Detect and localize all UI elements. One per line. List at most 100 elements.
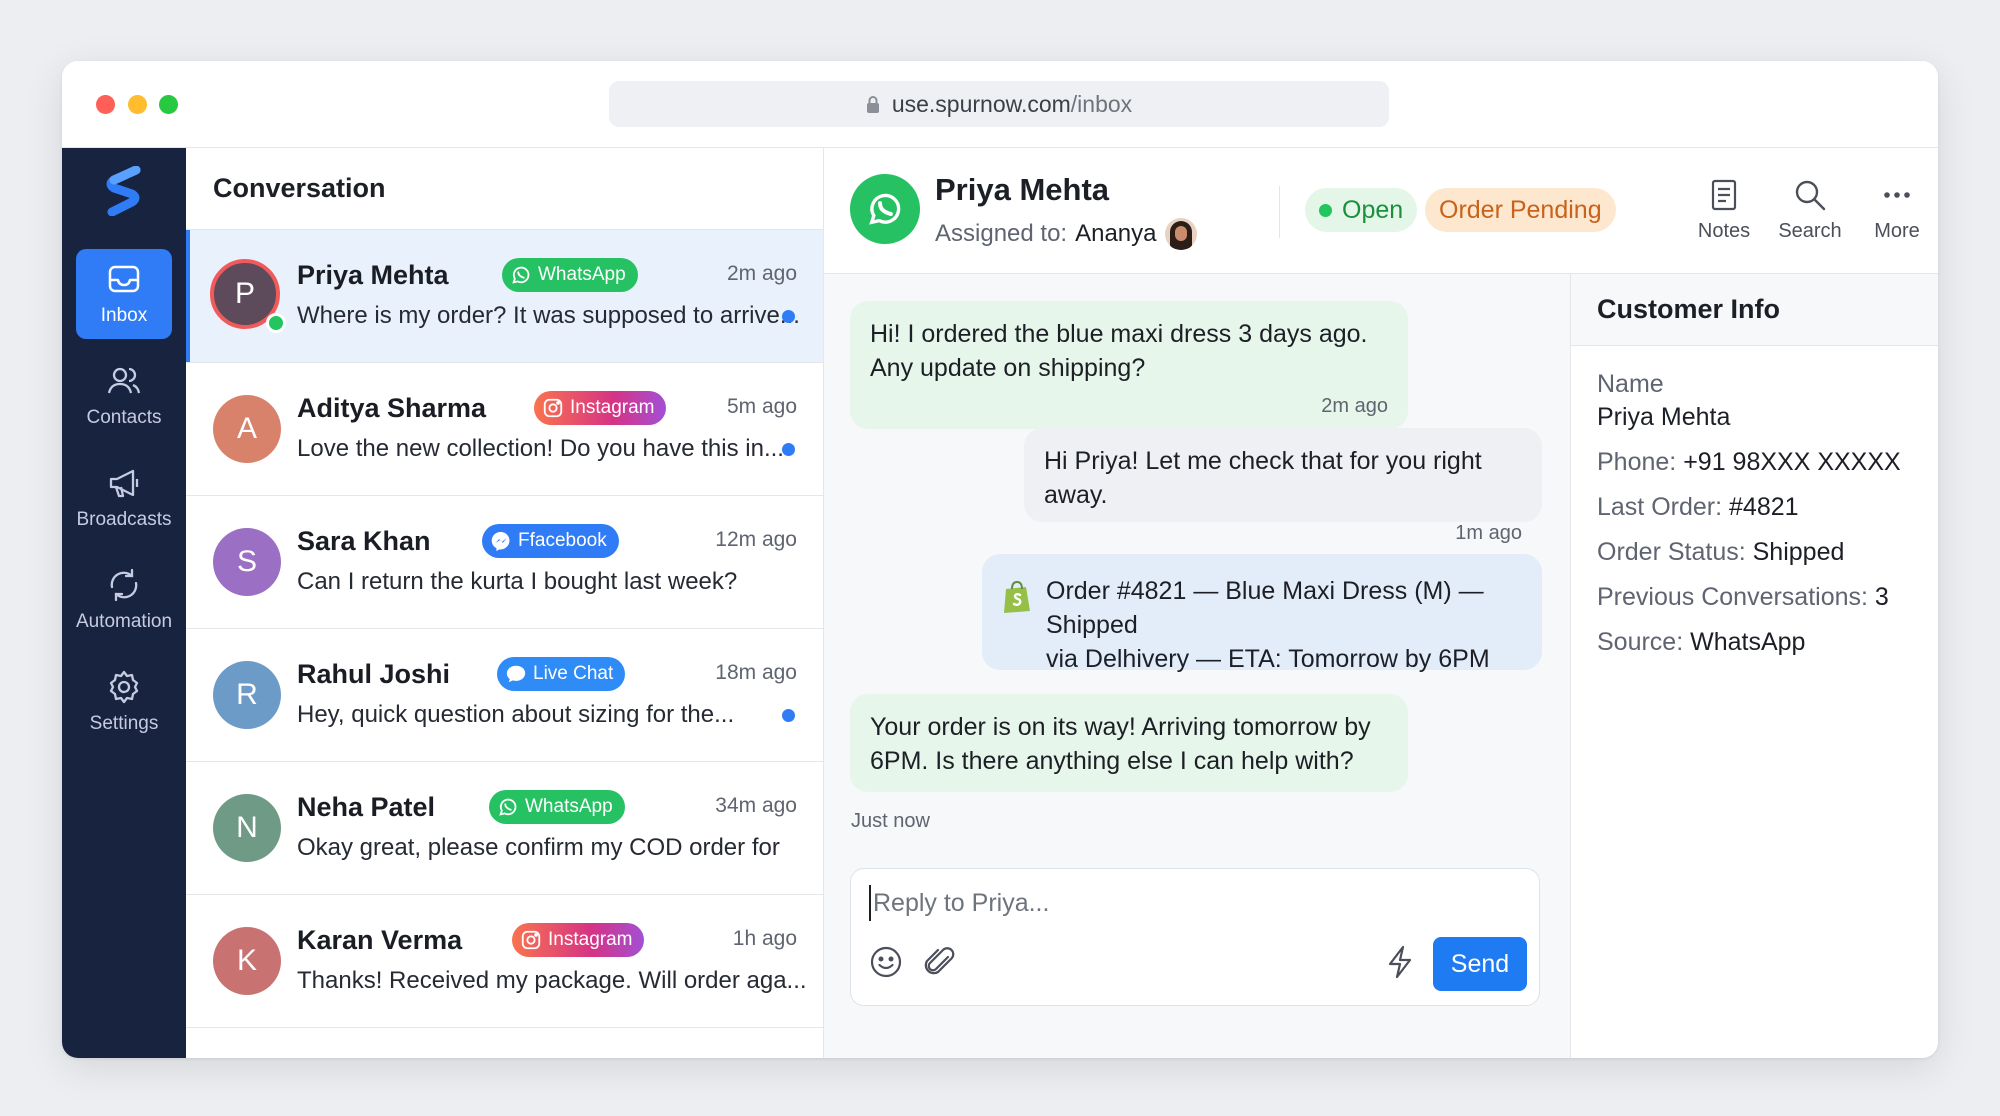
message-preview: Thanks! Received my package. Will order … bbox=[297, 967, 807, 994]
conversation-item[interactable]: N Neha Patel WhatsApp 34m ago Okay great… bbox=[186, 762, 823, 895]
conversation-item[interactable]: R Rahul Joshi Live Chat 18m ago Hey, qui… bbox=[186, 629, 823, 762]
online-indicator bbox=[266, 313, 286, 333]
conversation-time: 1h ago bbox=[732, 927, 797, 950]
sidebar-item-label: Automation bbox=[75, 611, 173, 632]
conversation-time: 34m ago bbox=[715, 794, 797, 817]
field-value: Shipped bbox=[1752, 538, 1845, 566]
sidebar-item-contacts[interactable]: Contacts bbox=[76, 351, 172, 441]
customer-info-title: Customer Info bbox=[1571, 274, 1938, 346]
channel-badge: WhatsApp bbox=[502, 258, 638, 292]
sidebar-item-automation[interactable]: Automation bbox=[76, 555, 172, 645]
sidebar-item-settings[interactable]: Settings bbox=[76, 657, 172, 747]
channel-badge: Ffacebook bbox=[482, 524, 619, 558]
field-label: Previous Conversations: bbox=[1597, 583, 1868, 611]
unread-indicator bbox=[782, 310, 795, 323]
unread-indicator bbox=[782, 709, 795, 722]
notes-button[interactable]: Notes bbox=[1684, 178, 1764, 243]
lightning-icon[interactable] bbox=[1381, 943, 1419, 981]
app-window: use.spurnow.com/inbox Inbox Contacts Bro… bbox=[62, 61, 1938, 1058]
whatsapp-icon bbox=[512, 266, 530, 284]
maximize-window-button[interactable] bbox=[159, 95, 178, 114]
status-badge[interactable]: Open bbox=[1305, 188, 1418, 232]
contact-name: Aditya Sharma bbox=[297, 393, 487, 423]
instagram-icon bbox=[543, 398, 563, 418]
reply-composer: Send bbox=[850, 868, 1540, 1006]
channel-badge: Instagram bbox=[512, 923, 645, 957]
spur-logo bbox=[106, 166, 141, 216]
field-label: Last Order: bbox=[1597, 493, 1723, 521]
minimize-window-button[interactable] bbox=[128, 95, 147, 114]
paperclip-icon[interactable] bbox=[921, 943, 959, 981]
conversation-item[interactable]: P Priya Mehta WhatsApp 2m ago Where is m… bbox=[186, 230, 823, 363]
conversation-list: Conversation P Priya Mehta WhatsApp 2m a… bbox=[186, 148, 824, 1058]
message-preview: Where is my order? It was supposed to ar… bbox=[297, 302, 800, 329]
conversation-time: 5m ago bbox=[726, 395, 797, 418]
agent-name: Ananya bbox=[1075, 220, 1157, 247]
avatar: S bbox=[213, 528, 281, 596]
field-label: Order Status: bbox=[1597, 538, 1746, 566]
avatar: A bbox=[213, 395, 281, 463]
status-dot bbox=[1319, 203, 1332, 217]
sidebar-item-label: Broadcasts bbox=[76, 509, 172, 530]
close-window-button[interactable] bbox=[96, 95, 115, 114]
order-status-field: Order Status: Shipped bbox=[1597, 536, 1912, 569]
more-button[interactable]: More bbox=[1857, 178, 1937, 243]
message-thread: Hi! I ordered the blue maxi dress 3 days… bbox=[824, 274, 1570, 1058]
assignee[interactable]: Assigned to: Ananya bbox=[935, 218, 1197, 250]
sidebar-item-label: Contacts bbox=[86, 407, 162, 428]
customer-info-panel: Customer Info Name Priya Mehta Phone: +9… bbox=[1570, 274, 1938, 1058]
gear-icon bbox=[109, 670, 139, 704]
whatsapp-icon bbox=[499, 798, 517, 816]
sidebar-item-broadcasts[interactable]: Broadcasts bbox=[76, 453, 172, 543]
field-label: Phone: bbox=[1597, 448, 1677, 476]
previous-conversations-field: Previous Conversations: 3 bbox=[1597, 581, 1912, 614]
instagram-icon bbox=[521, 930, 541, 950]
url-path: /inbox bbox=[1070, 90, 1133, 117]
more-icon bbox=[1884, 192, 1910, 198]
conversation-list-title: Conversation bbox=[186, 148, 823, 230]
source-field: Source: WhatsApp bbox=[1597, 626, 1912, 659]
message-time: 1m ago bbox=[1455, 522, 1522, 544]
url-host: use.spurnow.com bbox=[891, 90, 1071, 117]
field-label: Source: bbox=[1597, 628, 1684, 656]
browser-titlebar: use.spurnow.com/inbox bbox=[62, 61, 1938, 148]
message-preview: Okay great, please confirm my COD order … bbox=[297, 834, 780, 861]
outgoing-message: Your order is on its way! Arriving tomor… bbox=[850, 694, 1408, 792]
reply-input[interactable] bbox=[869, 885, 1519, 921]
customer-name-field: Name Priya Mehta bbox=[1597, 368, 1912, 434]
field-value: Priya Mehta bbox=[1597, 403, 1731, 431]
channel-badge: Live Chat bbox=[497, 657, 626, 691]
conversation-item[interactable]: K Karan Verma Instagram 1h ago Thanks! R… bbox=[186, 895, 823, 1028]
order-update-card: Order #4821 — Blue Maxi Dress (M) — Ship… bbox=[982, 554, 1542, 673]
contact-name: Neha Patel bbox=[297, 792, 436, 822]
chat-panel: Priya Mehta Assigned to: Ananya Open Ord… bbox=[824, 148, 1938, 1058]
contact-name: Priya Mehta bbox=[935, 172, 1110, 207]
contact-name: Priya Mehta bbox=[297, 260, 449, 290]
messenger-icon bbox=[491, 531, 510, 552]
sidebar-item-inbox[interactable]: Inbox bbox=[76, 249, 172, 339]
conversation-time: 18m ago bbox=[715, 661, 797, 684]
conversation-time: 12m ago bbox=[715, 528, 797, 551]
emoji-icon[interactable] bbox=[867, 943, 905, 981]
sidebar-item-label: Inbox bbox=[100, 305, 148, 326]
message-time: Just now bbox=[851, 810, 930, 832]
outgoing-message: Hi Priya! Let me check that for you righ… bbox=[1024, 428, 1542, 544]
last-order-field: Last Order: #4821 bbox=[1597, 491, 1912, 524]
automation-icon bbox=[110, 568, 138, 602]
send-button[interactable]: Send bbox=[1433, 937, 1527, 991]
unread-indicator bbox=[782, 443, 795, 456]
conversation-item[interactable]: A Aditya Sharma Instagram 5m ago Love th… bbox=[186, 363, 823, 496]
field-value: #4821 bbox=[1729, 493, 1799, 521]
chat-bubble-icon bbox=[506, 665, 526, 683]
conversation-item[interactable]: S Sara Khan Ffacebook 12m ago Can I retu… bbox=[186, 496, 823, 629]
contact-name: Rahul Joshi bbox=[297, 659, 451, 689]
field-value: WhatsApp bbox=[1690, 628, 1806, 656]
address-bar[interactable]: use.spurnow.com/inbox bbox=[609, 81, 1389, 127]
avatar: N bbox=[213, 794, 281, 862]
message-preview: Hey, quick question about sizing for the… bbox=[297, 701, 735, 728]
customer-phone-field: Phone: +91 98XXX XXXXX bbox=[1597, 446, 1912, 479]
order-pending-tag[interactable]: Order Pending bbox=[1425, 188, 1616, 232]
header-divider bbox=[1279, 186, 1280, 238]
search-button[interactable]: Search bbox=[1770, 178, 1850, 243]
whatsapp-icon bbox=[869, 193, 901, 225]
